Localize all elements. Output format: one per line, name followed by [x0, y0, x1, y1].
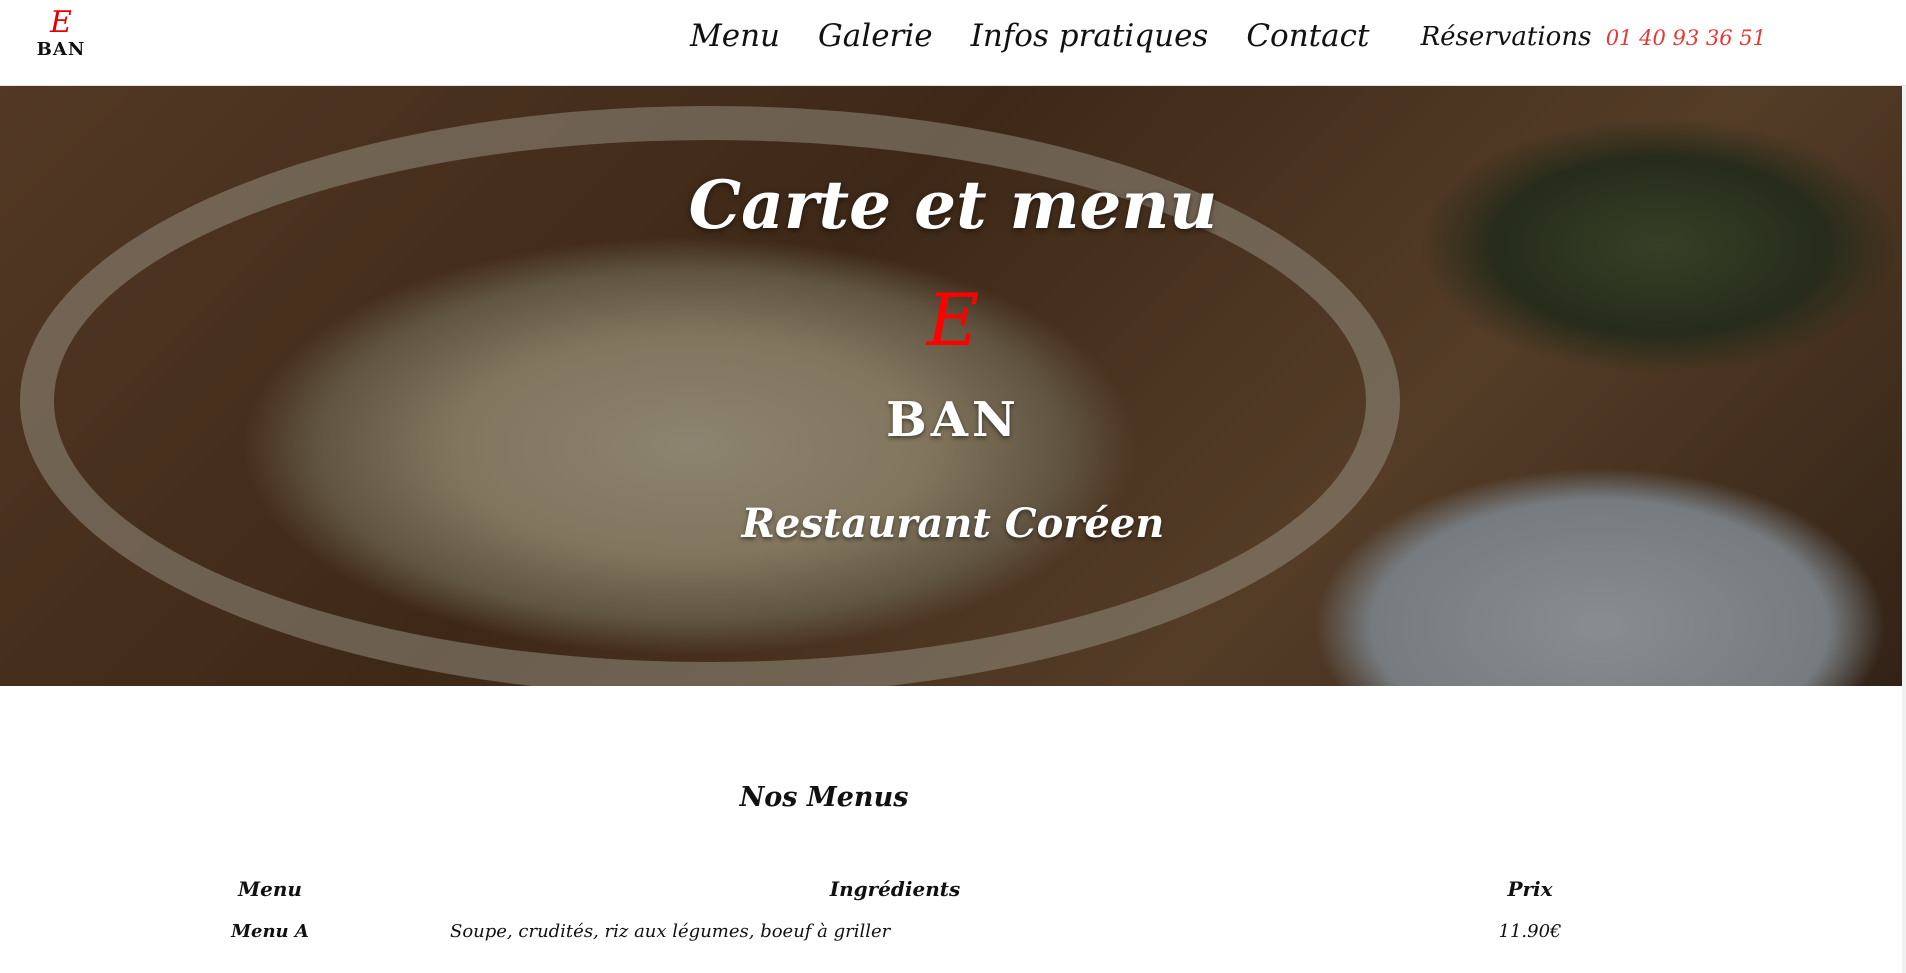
hero-title: Carte et menu: [688, 166, 1218, 244]
logo-letter: E: [50, 5, 72, 40]
table-row: Menu A Soupe, crudités, riz aux légumes,…: [205, 910, 1605, 952]
menu-price: 11.90€: [1498, 920, 1562, 942]
nav-galerie[interactable]: Galerie: [818, 16, 933, 56]
nav-infos-pratiques[interactable]: Infos pratiques: [971, 16, 1209, 56]
reservation-info: Réservations 01 40 93 36 51: [1421, 20, 1766, 55]
hero-logo-letter: E: [926, 278, 980, 362]
menu-ingredients: Soupe, crudités, riz aux légumes, boeuf …: [450, 920, 891, 942]
menus-table: Menu Ingrédients Prix Menu A Soupe, crud…: [205, 868, 1605, 952]
reservation-label: Réservations: [1420, 22, 1592, 52]
main-nav: Menu Galerie Infos pratiques Contact: [690, 16, 1369, 56]
menu-name: Menu A: [231, 920, 309, 942]
reservation-phone[interactable]: 01 40 93 36 51: [1606, 26, 1766, 50]
page-scrollbar[interactable]: [1902, 86, 1906, 973]
site-logo[interactable]: E BAN: [36, 6, 86, 60]
table-header-row: Menu Ingrédients Prix: [205, 868, 1605, 910]
column-header-menu: Menu: [238, 877, 302, 901]
column-header-price: Prix: [1507, 877, 1553, 901]
top-navbar: E BAN Menu Galerie Infos pratiques Conta…: [0, 0, 1906, 86]
hero-logo-name: BAN: [886, 392, 1020, 448]
column-header-ingredients: Ingrédients: [829, 877, 961, 901]
nav-contact[interactable]: Contact: [1246, 16, 1369, 56]
hero-banner: Carte et menu E BAN Restaurant Coréen: [0, 86, 1906, 686]
hero-subtitle: Restaurant Coréen: [741, 500, 1165, 547]
menus-heading: Nos Menus: [739, 782, 909, 813]
nav-menu[interactable]: Menu: [690, 16, 780, 56]
logo-name: BAN: [36, 39, 86, 60]
